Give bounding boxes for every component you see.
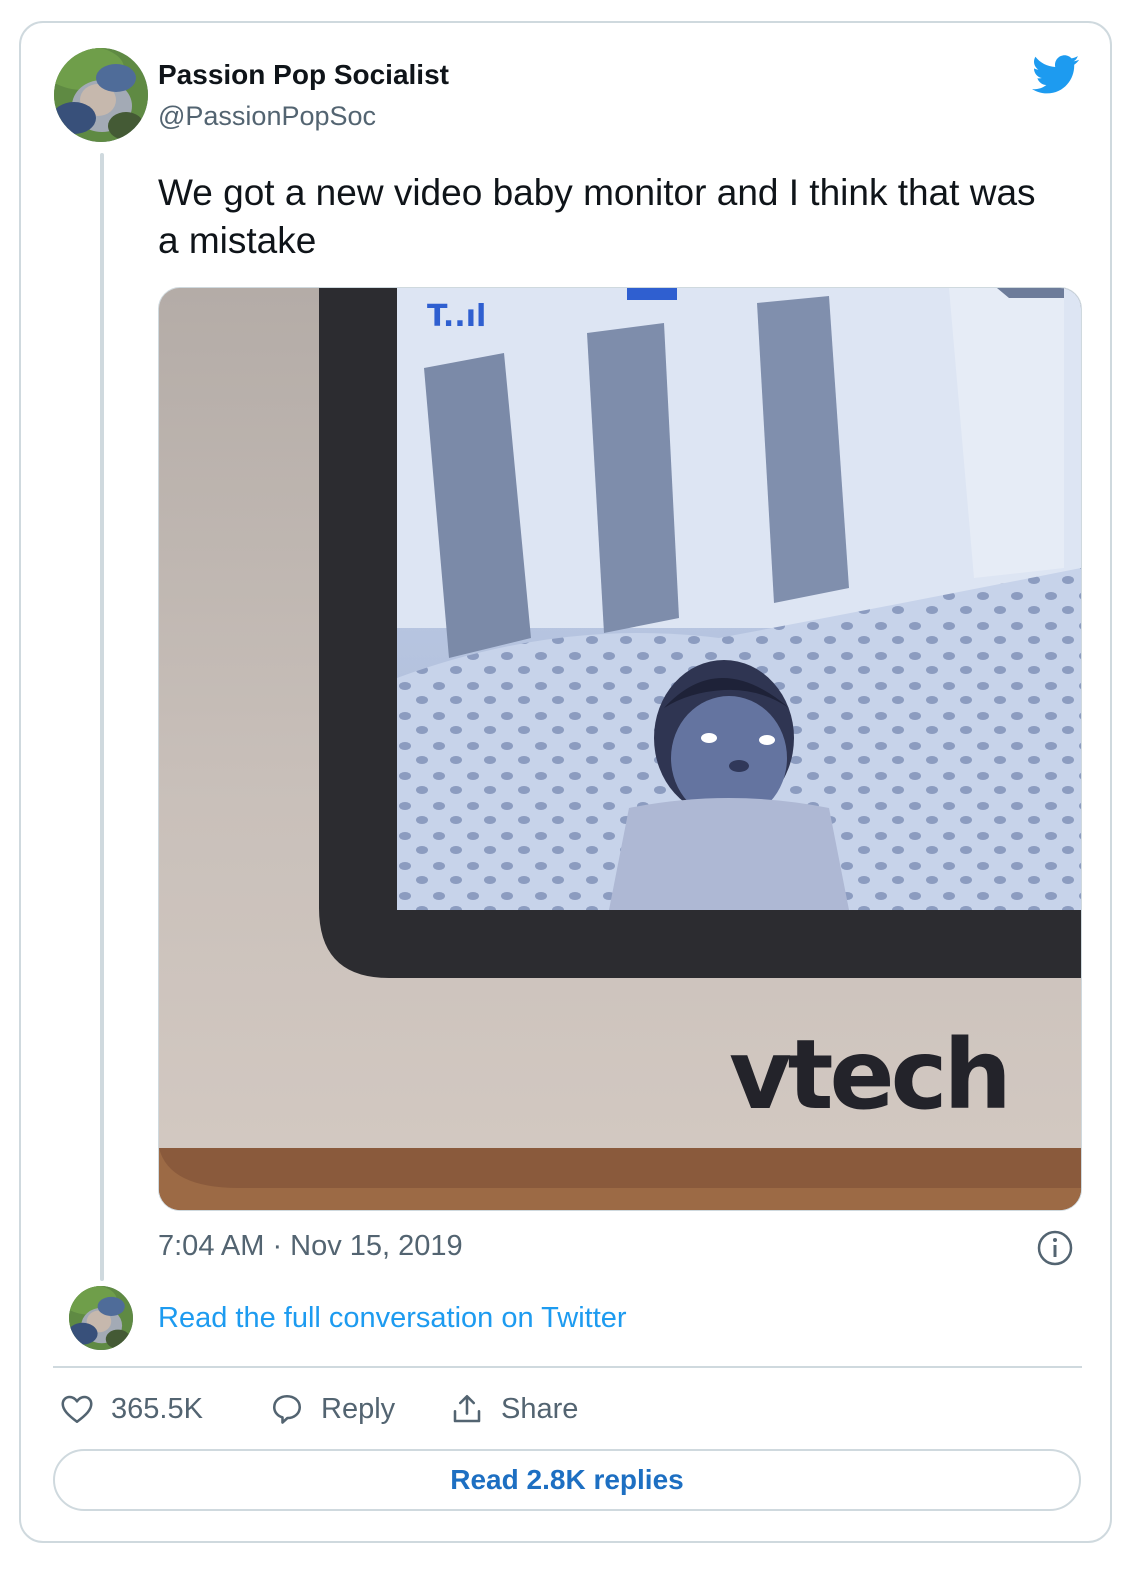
- share-button[interactable]: Share: [449, 1387, 578, 1431]
- thread-line: [100, 153, 104, 1281]
- twitter-bird-icon[interactable]: [1031, 55, 1081, 95]
- like-count: 365.5K: [111, 1392, 203, 1425]
- tweet-card: Passion Pop Socialist @PassionPopSoc We …: [19, 21, 1112, 1543]
- tweet-text: We got a new video baby monitor and I th…: [158, 172, 1036, 261]
- share-upload-icon: [453, 1394, 481, 1423]
- tweet-photo[interactable]: T..ıl vtech: [158, 287, 1082, 1211]
- reply-button[interactable]: Reply: [269, 1387, 395, 1431]
- heart-icon: [61, 1395, 93, 1424]
- read-replies-button[interactable]: Read 2.8K replies: [53, 1449, 1081, 1511]
- author-avatar[interactable]: [54, 48, 148, 142]
- like-button[interactable]: 365.5K: [59, 1387, 203, 1431]
- speech-bubble-icon: [272, 1394, 302, 1424]
- author-avatar-small[interactable]: [69, 1286, 133, 1350]
- divider: [53, 1366, 1082, 1368]
- monitor-signal-text: T..ıl: [427, 299, 486, 334]
- share-label: Share: [501, 1392, 579, 1425]
- author-display-name[interactable]: Passion Pop Socialist: [158, 59, 449, 91]
- vtech-logo: vtech: [729, 1019, 1008, 1131]
- reply-label: Reply: [321, 1392, 396, 1425]
- author-handle[interactable]: @PassionPopSoc: [158, 101, 376, 132]
- tweet-timestamp[interactable]: 7:04 AM · Nov 15, 2019: [158, 1230, 463, 1263]
- info-icon[interactable]: [1036, 1229, 1074, 1267]
- read-conversation-link[interactable]: Read the full conversation on Twitter: [158, 1302, 627, 1335]
